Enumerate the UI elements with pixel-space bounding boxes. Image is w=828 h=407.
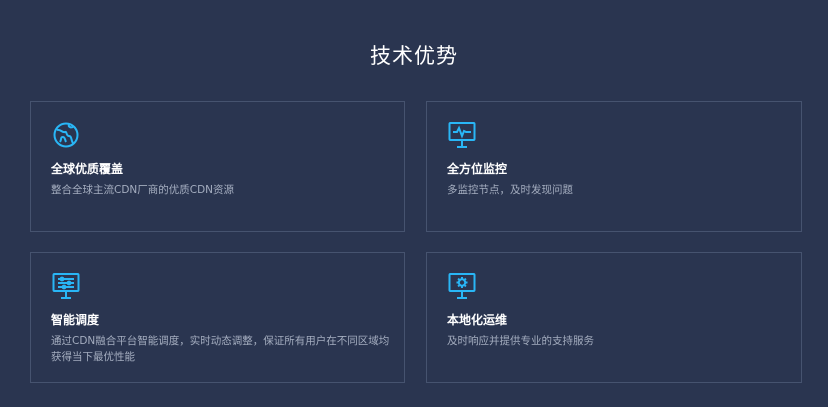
globe-icon <box>52 121 80 149</box>
feature-title: 全方位监控 <box>447 162 508 176</box>
monitor-pulse-icon <box>448 121 476 149</box>
feature-description: 及时响应并提供专业的支持服务 <box>447 335 594 347</box>
section-title: 技术优势 <box>370 44 458 68</box>
monitor-gear-icon <box>448 272 476 300</box>
feature-card-monitoring: 全方位监控 多监控节点，及时发现问题 <box>426 101 802 232</box>
feature-description: 多监控节点，及时发现问题 <box>447 184 573 196</box>
feature-title: 本地化运维 <box>447 313 508 327</box>
feature-title: 全球优质覆盖 <box>51 162 124 176</box>
feature-card-local-ops: 本地化运维 及时响应并提供专业的支持服务 <box>426 252 802 383</box>
feature-title: 智能调度 <box>51 313 100 327</box>
feature-card-smart-scheduling: 智能调度 通过CDN融合平台智能调度，实时动态调整，保证所有用户在不同区域均获得… <box>30 252 405 383</box>
feature-description: 整合全球主流CDN厂商的优质CDN资源 <box>51 184 235 196</box>
monitor-sliders-icon <box>52 272 80 300</box>
feature-description: 通过CDN融合平台智能调度，实时动态调整，保证所有用户在不同区域均获得当下最优性… <box>51 335 390 363</box>
feature-card-global-coverage: 全球优质覆盖 整合全球主流CDN厂商的优质CDN资源 <box>30 101 405 232</box>
